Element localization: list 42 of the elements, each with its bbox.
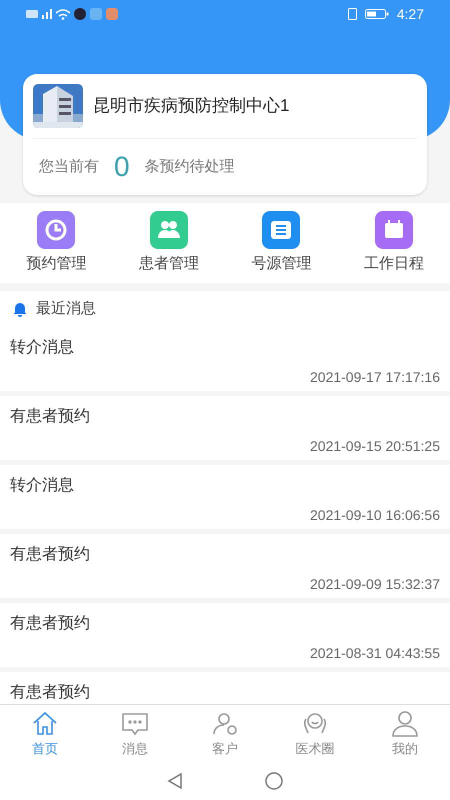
message-item[interactable]: 转介消息 2021-09-10 16:06:56 (0, 465, 450, 529)
bell-icon (12, 301, 28, 317)
battery-icon (364, 9, 389, 19)
message-title: 有患者预约 (10, 406, 91, 427)
tab-item[interactable]: 医术圈 (270, 705, 360, 762)
message-time: 2021-09-09 15:32:37 (309, 575, 440, 594)
message-item[interactable]: 转介消息 2021-09-17 17:17:16 (0, 327, 450, 391)
section-title: 最近消息 (36, 298, 96, 319)
message-title: 转介消息 (10, 476, 75, 496)
pending-count: 0 (114, 150, 130, 184)
tab-item[interactable]: 客户 (180, 705, 270, 762)
wifi-icon (56, 8, 70, 20)
shortcut-button[interactable]: 预约管理 (0, 210, 112, 276)
message-item[interactable]: 有患者预约 2021-09-09 15:32:37 (0, 534, 450, 598)
app-icon (106, 8, 118, 20)
message-item[interactable]: 有患者预约 2021-09-15 20:51:25 (0, 396, 450, 460)
pending-prefix: 您当前有 (39, 156, 99, 177)
message-title: 转介消息 (10, 338, 75, 358)
message-title: 有患者预约 (10, 544, 91, 565)
shortcut-button[interactable]: 工作日程 (338, 210, 450, 276)
message-time: 2021-08-31 04:43:55 (309, 644, 440, 663)
status-time: 4:27 (396, 4, 424, 24)
message-time: 2021-09-15 20:51:25 (309, 437, 440, 456)
back-button[interactable] (166, 772, 184, 790)
org-name: 昆明市疾病预防控制中心1 (93, 95, 290, 118)
vibrate-icon (348, 8, 357, 20)
tab-item[interactable]: 消息 (90, 705, 180, 762)
message-title: 有患者预约 (10, 682, 91, 703)
message-title: 有患者预约 (10, 614, 91, 634)
message-time: 2021-09-17 17:17:16 (309, 368, 440, 387)
message-time: 2021-09-10 16:06:56 (309, 506, 440, 525)
user-icon (390, 708, 420, 739)
signal-icon (42, 9, 52, 19)
message-item[interactable]: 有患者预约 2021-08-31 04:43:55 (0, 603, 450, 667)
shortcut-button[interactable]: 患者管理 (112, 210, 225, 276)
shortcut-button[interactable]: 号源管理 (225, 210, 338, 276)
message-item[interactable]: 有患者预约 (0, 672, 450, 704)
home-button[interactable] (264, 771, 284, 791)
pending-suffix: 条预约待处理 (144, 156, 235, 177)
app-icon (74, 8, 86, 20)
tab-item[interactable]: 我的 (360, 705, 450, 762)
app-icon (90, 8, 102, 20)
